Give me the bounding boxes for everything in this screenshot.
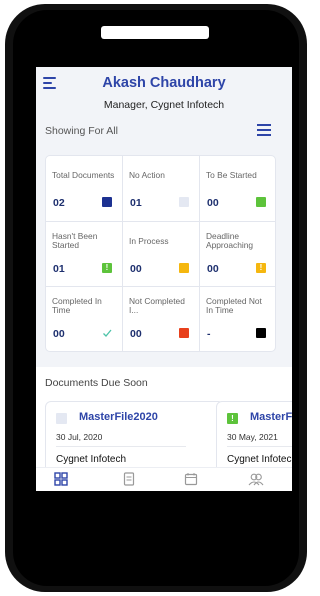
stat-cell[interactable]: Not Completed I... 00 xyxy=(123,287,199,352)
stat-cell[interactable]: Completed In Time 00 xyxy=(46,287,122,352)
stat-cell[interactable]: Deadline Approaching 00! xyxy=(200,222,276,287)
check-icon xyxy=(102,328,112,338)
stat-label: Deadline Approaching xyxy=(206,231,254,250)
showing-filter-label: Showing For All xyxy=(45,125,118,137)
stat-label: To Be Started xyxy=(206,169,257,180)
status-square-icon xyxy=(256,197,266,207)
due-date: 30 May, 2021 xyxy=(227,432,278,442)
company-name: Cygnet Infotec xyxy=(227,454,292,465)
document-name: MasterFile2020 xyxy=(79,411,158,423)
user-role: Manager, Cygnet Infotech xyxy=(103,99,225,111)
stat-count: 00 xyxy=(130,328,142,340)
stat-label: Total Documents xyxy=(52,169,115,180)
stat-label: Hasn't Been Started xyxy=(52,231,98,250)
status-square-icon xyxy=(256,328,266,338)
users-icon[interactable] xyxy=(248,472,264,486)
status-square-icon xyxy=(179,197,189,207)
stat-count: 02 xyxy=(53,197,65,209)
stat-label: Completed Not In Time xyxy=(206,296,262,315)
status-square-icon xyxy=(179,263,189,273)
status-square-icon xyxy=(102,197,112,207)
stat-label: Not Completed I... xyxy=(129,296,185,315)
stat-cell[interactable]: No Action 01 xyxy=(123,156,199,221)
phone-speaker xyxy=(101,26,209,39)
company-name: Cygnet Infotech xyxy=(56,454,127,465)
stats-grid: Total Documents 02 No Action 01 To Be Starte… xyxy=(45,155,276,352)
stat-cell[interactable]: In Process 00 xyxy=(123,222,199,287)
bottom-nav xyxy=(36,467,292,491)
stat-label: Completed In Time xyxy=(52,296,102,315)
stat-cell[interactable]: To Be Started 00 xyxy=(200,156,276,221)
warning-square-icon: ! xyxy=(227,413,238,424)
stat-count: - xyxy=(207,328,211,340)
status-square-icon xyxy=(179,328,189,338)
stat-count: 01 xyxy=(130,197,142,209)
due-date: 30 Jul, 2020 xyxy=(56,432,103,442)
stat-cell[interactable]: Hasn't Been Started 01! xyxy=(46,222,122,287)
header: Akash Chaudhary Manager, Cygnet Infotech xyxy=(36,67,292,123)
stat-count: 01 xyxy=(53,263,65,275)
stat-count: 00 xyxy=(207,197,219,209)
section-title: Documents Due Soon xyxy=(45,377,148,389)
documents-icon[interactable] xyxy=(122,472,136,486)
user-name: Akash Chaudhary xyxy=(102,75,226,91)
stat-cell[interactable]: Total Documents 02 xyxy=(46,156,122,221)
dashboard-grid-icon[interactable] xyxy=(54,472,68,486)
stat-label: No Action xyxy=(129,169,165,180)
card-divider xyxy=(227,446,292,447)
stat-cell[interactable]: Completed Not In Time - xyxy=(200,287,276,352)
warning-square-icon: ! xyxy=(256,263,266,273)
calendar-icon[interactable] xyxy=(184,472,198,486)
document-name: MasterFile xyxy=(250,411,292,423)
status-square-icon xyxy=(56,413,67,424)
stat-count: 00 xyxy=(53,328,65,340)
warning-square-icon: ! xyxy=(102,263,112,273)
stat-count: 00 xyxy=(130,263,142,275)
stat-label: In Process xyxy=(129,235,169,246)
card-divider xyxy=(56,446,186,447)
app-screen: Akash Chaudhary Manager, Cygnet Infotech… xyxy=(36,67,292,491)
stat-count: 00 xyxy=(207,263,219,275)
filter-sliders-icon[interactable] xyxy=(257,123,271,137)
